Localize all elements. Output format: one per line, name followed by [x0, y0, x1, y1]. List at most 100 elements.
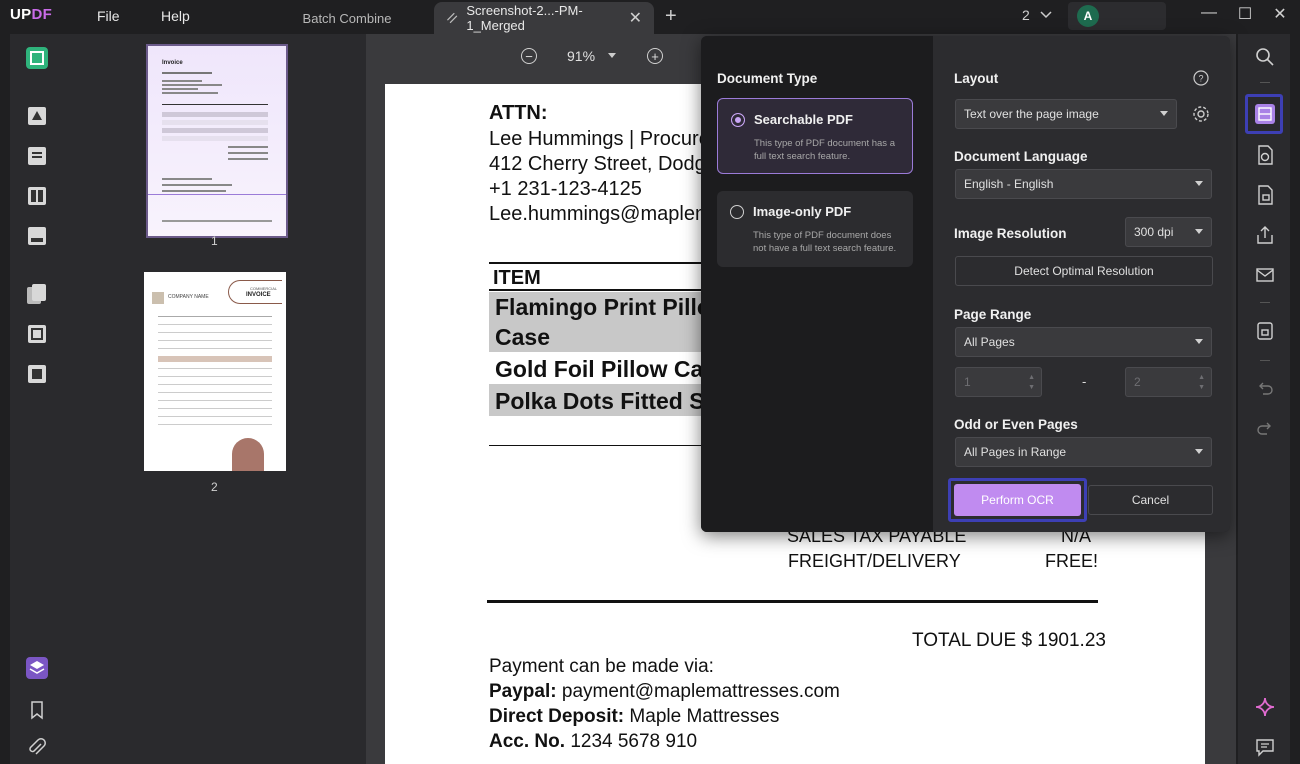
layout-select-value: Text over the page image: [964, 107, 1099, 121]
doc-account: Acc. No. 1234 5678 910: [489, 731, 698, 752]
stepper-down-icon: ▼: [1198, 384, 1205, 391]
minimize-button[interactable]: —: [1197, 4, 1221, 22]
doc-payment-intro: Payment can be made via:: [489, 656, 714, 677]
zoom-bar: − 91% +: [521, 48, 664, 64]
range-from-input: 1 ▲ ▼: [955, 367, 1042, 397]
thumbnail-label-2: 2: [211, 480, 218, 494]
tab-batch-combine[interactable]: Batch Combine: [262, 2, 432, 34]
doc-deposit: Direct Deposit: Maple Mattresses: [489, 706, 780, 727]
separator: [1260, 82, 1270, 83]
language-select[interactable]: English - English: [955, 169, 1212, 199]
stepper-down-icon: ▼: [1028, 384, 1035, 391]
right-toolbar: [1238, 34, 1290, 764]
thumbnail-label-1: 1: [211, 234, 218, 248]
attachment-icon[interactable]: [25, 736, 49, 760]
resolution-select[interactable]: 300 dpi: [1125, 217, 1212, 247]
doc-freight-label: FREIGHT/DELIVERY: [788, 551, 961, 571]
menu-file[interactable]: File: [97, 8, 120, 24]
doc-item-1b: Case: [495, 324, 550, 350]
dropdown-caret-icon: [1160, 111, 1168, 116]
protect-icon[interactable]: [25, 362, 49, 386]
resolution-select-value: 300 dpi: [1134, 225, 1174, 239]
save-icon[interactable]: [1254, 320, 1276, 342]
option-image-only-title: Image-only PDF: [753, 204, 852, 219]
menu-help[interactable]: Help: [161, 8, 190, 24]
layers-icon[interactable]: [25, 656, 49, 680]
doc-line-1: Lee Hummings | Procurer: [489, 128, 717, 150]
page-layout-icon[interactable]: [25, 184, 49, 208]
tab-document[interactable]: Screenshot-2...-PM-1_Merged ✕: [434, 2, 654, 34]
doc-item-3: Polka Dots Fitted Sh: [495, 388, 719, 414]
organize-pages-icon[interactable]: [25, 282, 49, 306]
dropdown-caret-icon: [1195, 339, 1203, 344]
edit-pdf-icon[interactable]: [25, 144, 49, 168]
maximize-button[interactable]: ☐: [1233, 4, 1257, 24]
tab-close-icon[interactable]: ✕: [629, 8, 642, 28]
document-type-heading: Document Type: [717, 71, 818, 86]
perform-ocr-button[interactable]: Perform OCR: [954, 484, 1081, 516]
separator: [1260, 302, 1270, 303]
zoom-out-icon[interactable]: −: [521, 48, 537, 64]
doc-paypal: Paypal: payment@maplemattresses.com: [489, 681, 840, 702]
search-icon[interactable]: [1254, 46, 1276, 68]
document-type-panel: Document Type Searchable PDF This type o…: [701, 36, 933, 532]
comment-icon[interactable]: [25, 104, 49, 128]
layout-select[interactable]: Text over the page image: [955, 99, 1177, 129]
window-count-label: 2: [1022, 7, 1030, 23]
radio-selected-icon[interactable]: [731, 113, 745, 127]
zoom-level[interactable]: 91%: [567, 48, 595, 64]
new-tab-button[interactable]: +: [665, 5, 677, 28]
dropdown-caret-icon: [1195, 229, 1203, 234]
help-icon[interactable]: ?: [1193, 70, 1209, 86]
range-from-value: 1: [964, 375, 971, 389]
ai-assistant-icon[interactable]: [1254, 696, 1276, 718]
app-logo: UPDF: [10, 6, 53, 23]
page-range-heading: Page Range: [954, 307, 1032, 322]
range-separator: -: [1082, 374, 1087, 389]
stepper-up-icon: ▲: [1198, 374, 1205, 381]
email-icon[interactable]: [1254, 264, 1276, 286]
share-icon[interactable]: [1254, 224, 1276, 246]
comments-list-icon[interactable]: [1254, 736, 1276, 758]
svg-text:?: ?: [1198, 74, 1203, 84]
doc-attn: ATTN:: [489, 102, 548, 124]
option-searchable-pdf[interactable]: Searchable PDF This type of PDF document…: [717, 98, 913, 174]
settings-gear-icon[interactable]: [1192, 105, 1210, 123]
option-image-only-pdf[interactable]: Image-only PDF This type of PDF document…: [717, 191, 913, 267]
thumb-company-name: COMPANY NAME: [168, 294, 209, 300]
account-area[interactable]: A: [1068, 2, 1166, 30]
protect-document-icon[interactable]: [1254, 184, 1276, 206]
avatar: A: [1077, 5, 1099, 27]
window-count[interactable]: 2: [1022, 7, 1052, 23]
ocr-icon[interactable]: [1254, 103, 1276, 125]
stepper-up-icon: ▲: [1028, 374, 1035, 381]
page-range-select[interactable]: All Pages: [955, 327, 1212, 357]
option-image-only-desc: This type of PDF document does not have …: [753, 230, 897, 254]
page-thumbnail-1[interactable]: Invoice: [146, 44, 288, 238]
radio-unselected-icon[interactable]: [730, 205, 744, 219]
crop-icon[interactable]: [25, 322, 49, 346]
zoom-dropdown-icon[interactable]: [607, 52, 617, 60]
bookmark-icon[interactable]: [25, 698, 49, 722]
doc-line-4: Lee.hummings@maplem: [489, 203, 712, 225]
thumb-invoice: INVOICE: [246, 292, 271, 298]
title-bar: UPDF File Help Batch Combine Screenshot-…: [0, 0, 1300, 34]
form-icon[interactable]: [25, 224, 49, 248]
zoom-in-icon[interactable]: +: [647, 48, 664, 64]
page-thumbnail-2[interactable]: COMPANY NAME COMMERCIAL INVOICE: [144, 272, 286, 471]
detect-resolution-button[interactable]: Detect Optimal Resolution: [955, 256, 1213, 286]
cancel-button[interactable]: Cancel: [1088, 485, 1213, 515]
range-to-value: 2: [1134, 375, 1141, 389]
reader-mode-icon[interactable]: [25, 46, 49, 70]
undo-icon[interactable]: [1254, 378, 1276, 400]
doc-item-1: Flamingo Print Pillo: [495, 294, 711, 320]
convert-icon[interactable]: [1254, 144, 1276, 166]
redo-icon[interactable]: [1254, 418, 1276, 440]
odd-even-select[interactable]: All Pages in Range: [955, 437, 1212, 467]
range-to-input: 2 ▲ ▼: [1125, 367, 1212, 397]
close-window-button[interactable]: ✕: [1268, 4, 1292, 24]
layout-heading: Layout: [954, 71, 999, 86]
doc-total: TOTAL DUE $ 1901.23: [912, 630, 1106, 651]
option-searchable-desc: This type of PDF document has a full tex…: [754, 138, 895, 162]
ocr-dialog: Document Type Searchable PDF This type o…: [701, 36, 1230, 532]
